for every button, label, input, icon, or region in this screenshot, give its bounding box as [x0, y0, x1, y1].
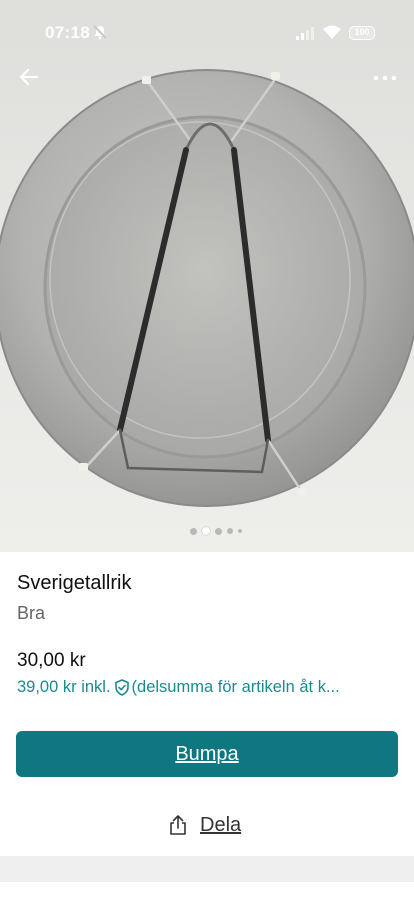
back-button[interactable]: [14, 62, 44, 92]
share-button-label: Dela: [200, 813, 242, 836]
share-icon: [170, 815, 186, 835]
bump-button[interactable]: Bumpa: [16, 731, 398, 777]
item-condition: Bra: [17, 603, 46, 623]
price-incl-fee[interactable]: 39,00 kr inkl. (delsumma för artikeln åt…: [17, 678, 397, 697]
item-price: 30,00 kr: [17, 650, 86, 671]
shield-check-icon: [114, 679, 129, 696]
footer-divider: [0, 856, 414, 882]
more-options-button[interactable]: [368, 64, 402, 92]
gallery-dot[interactable]: [215, 527, 222, 535]
price-incl-amount: 39,00 kr inkl.: [17, 678, 111, 696]
item-photo: [0, 69, 414, 507]
more-horizontal-icon: [373, 75, 397, 81]
item-title: Sverigetallrik: [17, 572, 132, 594]
status-bar: 07:18 100: [0, 0, 414, 62]
bell-muted-icon: [93, 25, 107, 40]
item-photo-carousel[interactable]: 07:18 100: [0, 0, 414, 552]
gallery-pagination: [190, 527, 242, 535]
status-time: 07:18: [45, 23, 90, 42]
gallery-dot[interactable]: [238, 529, 242, 533]
wifi-icon: [323, 25, 341, 39]
bump-button-label: Bumpa: [175, 742, 239, 765]
battery-level: 100: [354, 27, 370, 37]
gallery-dot-active[interactable]: [202, 527, 210, 535]
price-incl-description: (delsumma för artikeln åt k...: [131, 678, 340, 696]
share-button[interactable]: Dela: [168, 810, 241, 840]
gallery-dot[interactable]: [227, 528, 233, 534]
arrow-left-icon: [19, 68, 39, 86]
gallery-dot[interactable]: [190, 527, 197, 535]
battery-icon: 100: [349, 26, 375, 40]
signal-icon: [296, 27, 314, 40]
